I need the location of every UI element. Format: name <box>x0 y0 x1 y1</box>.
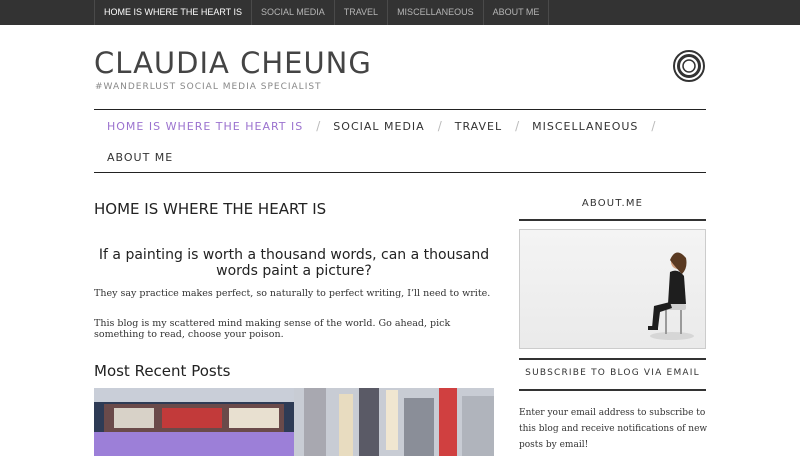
main-nav-about-me[interactable]: ABOUT ME <box>94 151 173 164</box>
main-nav-travel[interactable]: TRAVEL <box>442 120 502 133</box>
divider <box>519 389 706 391</box>
nav-separator: / <box>651 119 656 133</box>
nav-separator: / <box>515 119 520 133</box>
top-bar: HOME IS WHERE THE HEART IS SOCIAL MEDIA … <box>0 0 800 25</box>
main-nav-miscellaneous[interactable]: MISCELLANEOUS <box>519 120 638 133</box>
nav-separator: / <box>437 119 442 133</box>
top-nav-home[interactable]: HOME IS WHERE THE HEART IS <box>95 0 253 25</box>
target-logo-icon[interactable] <box>673 50 705 82</box>
subscribe-widget-title: SUBSCRIBE TO BLOG VIA EMAIL <box>525 368 700 378</box>
site-title[interactable]: CLAUDIA CHEUNG <box>94 46 372 80</box>
page-title: HOME IS WHERE THE HEART IS <box>94 200 327 218</box>
intro-paragraph: This blog is my scattered mind making se… <box>94 318 451 340</box>
about-me-photo[interactable] <box>519 229 706 349</box>
top-nav-about-me[interactable]: ABOUT ME <box>484 0 550 25</box>
divider <box>519 219 706 221</box>
divider <box>519 358 706 360</box>
site-tagline: #WANDERLUST SOCIAL MEDIA SPECIALIST <box>95 82 322 92</box>
top-nav-miscellaneous[interactable]: MISCELLANEOUS <box>388 0 484 25</box>
about-widget-title: ABOUT.ME <box>581 198 644 209</box>
main-nav-social-media[interactable]: SOCIAL MEDIA <box>320 120 424 133</box>
top-nav-travel[interactable]: TRAVEL <box>335 0 389 25</box>
recent-posts-heading: Most Recent Posts <box>94 362 231 380</box>
top-nav: HOME IS WHERE THE HEART IS SOCIAL MEDIA … <box>94 0 550 25</box>
subscribe-description: Enter your email address to subscribe to… <box>519 408 708 450</box>
top-nav-social-media[interactable]: SOCIAL MEDIA <box>252 0 335 25</box>
nav-separator: / <box>316 119 321 133</box>
intro-paragraph: They say practice makes perfect, so natu… <box>94 288 491 299</box>
intro-heading: If a painting is worth a thousand words,… <box>98 247 490 279</box>
recent-post-image[interactable] <box>94 388 494 456</box>
main-nav-home[interactable]: HOME IS WHERE THE HEART IS <box>94 120 303 133</box>
main-nav: HOME IS WHERE THE HEART IS / SOCIAL MEDI… <box>94 109 706 173</box>
